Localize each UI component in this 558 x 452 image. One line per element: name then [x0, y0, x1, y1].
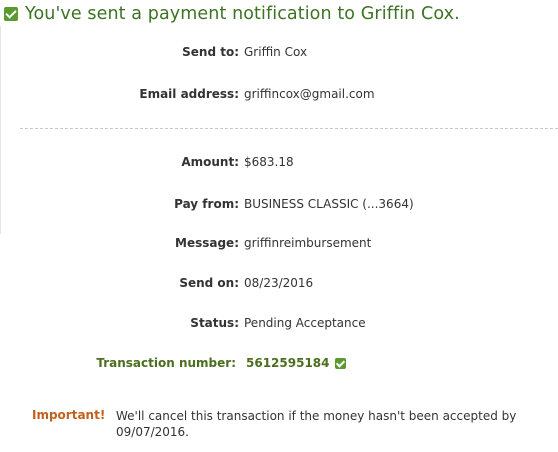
send-on-row: Send on: 08/23/2016	[0, 274, 558, 292]
send-on-label: Send on:	[179, 276, 239, 290]
status-row: Status: Pending Acceptance	[0, 314, 558, 332]
send-to-label: Send to:	[182, 45, 239, 59]
message-row: Message: griffinreimbursement	[0, 234, 558, 252]
important-label: Important!	[32, 408, 106, 422]
pay-from-label: Pay from:	[174, 197, 239, 211]
check-box-icon	[4, 7, 18, 21]
amount-row: Amount: $683.18	[0, 153, 558, 171]
transaction-row: Transaction number: 5612595184	[0, 354, 558, 372]
amount-label: Amount:	[181, 155, 239, 169]
confirmation-heading: You've sent a payment notification to Gr…	[4, 2, 460, 26]
section-divider	[20, 128, 558, 129]
transaction-value-group: 5612595184	[236, 356, 346, 370]
transaction-label: Transaction number:	[96, 356, 236, 370]
send-on-value: 08/23/2016	[244, 276, 314, 290]
important-text: We'll cancel this transaction if the mon…	[116, 409, 517, 439]
amount-value: $683.18	[244, 155, 294, 169]
pay-from-value: BUSINESS CLASSIC (...3664)	[244, 197, 414, 211]
transaction-number: 5612595184	[246, 356, 330, 370]
pay-from-row: Pay from: BUSINESS CLASSIC (...3664)	[0, 195, 558, 213]
send-to-value: Griffin Cox	[244, 45, 308, 59]
email-value: griffincox@gmail.com	[244, 87, 375, 101]
email-label: Email address:	[139, 87, 239, 101]
check-box-icon	[334, 357, 346, 369]
email-row: Email address: griffincox@gmail.com	[0, 85, 558, 103]
status-label: Status:	[190, 316, 239, 330]
message-label: Message:	[175, 236, 239, 250]
message-value: griffinreimbursement	[244, 236, 372, 250]
confirmation-heading-text: You've sent a payment notification to Gr…	[25, 4, 460, 24]
send-to-row: Send to: Griffin Cox	[0, 43, 558, 61]
status-value: Pending Acceptance	[244, 316, 366, 330]
